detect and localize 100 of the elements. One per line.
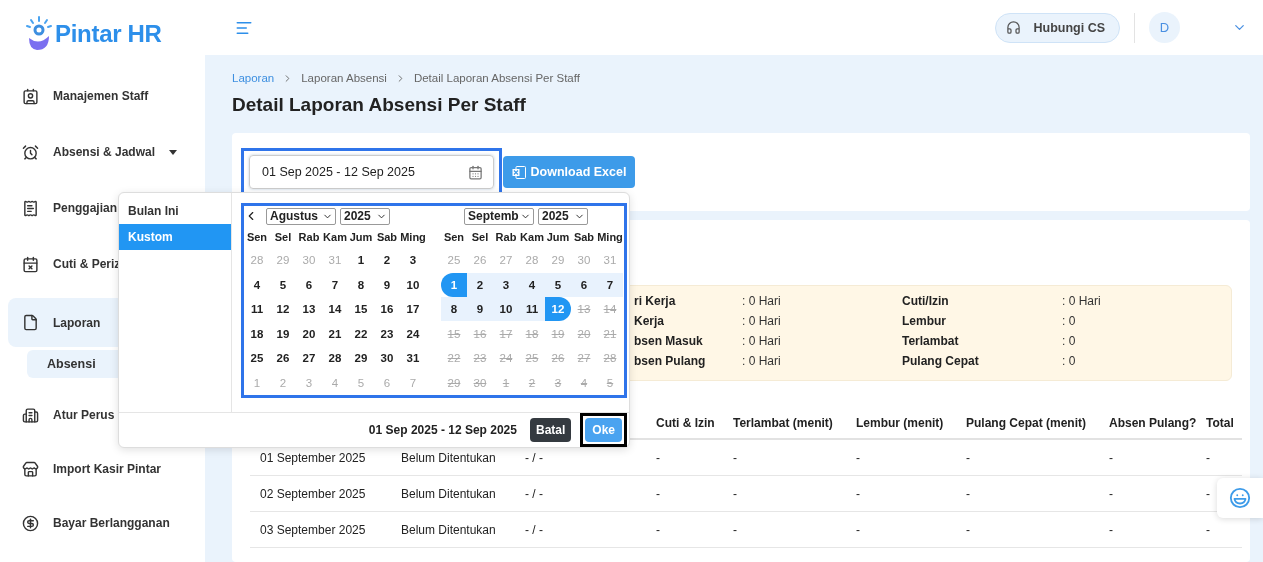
calendar-day[interactable]: 1 [348,248,374,273]
calendar-day[interactable]: 5 [545,272,571,297]
weekday-label: Jum [545,231,571,243]
table-cell-text: - [732,486,738,501]
calendar-day: 4 [571,370,597,395]
table-cell-text: - [1108,486,1114,501]
preset-option[interactable]: Bulan Ini [119,198,231,224]
calendar-icon [22,255,39,273]
calendar-day[interactable]: 10 [400,272,426,297]
breadcrumb-link[interactable]: Laporan Absensi [301,72,387,84]
calendar-day[interactable]: 26 [270,346,296,371]
table-cell-text: - / - [524,450,544,465]
table-cell-text: Belum Ditentukan [400,450,497,465]
calendar-day[interactable]: 16 [374,297,400,322]
table-cell-text: - / - [524,522,544,537]
calendar-day[interactable]: 4 [244,272,270,297]
calendar-day[interactable]: 14 [322,297,348,322]
calendar-day[interactable]: 6 [571,272,597,297]
calendar-day: 28 [597,346,623,371]
month-select[interactable]: Agustus [266,207,336,225]
date-range-field[interactable]: 01 Sep 2025 - 12 Sep 2025 [249,155,494,189]
table-cell-text: - [655,522,661,537]
summary-value: : 0 Hari [1062,294,1102,308]
calendar-day: 15 [441,321,467,346]
calendar-day[interactable]: 17 [400,297,426,322]
summary-value: : 0 [1062,314,1077,328]
feedback-button[interactable] [1217,478,1263,518]
calendar-day[interactable]: 8 [441,297,467,322]
calendar-day[interactable]: 3 [493,272,519,297]
calendar-day[interactable]: 5 [270,272,296,297]
calendar-day[interactable]: 23 [374,321,400,346]
table-cell-text: - [965,450,971,465]
calendar-day[interactable]: 22 [348,321,374,346]
building-icon [22,406,39,424]
year-select[interactable]: 2025 [340,207,390,225]
summary-label: Terlambat [902,334,960,348]
calendar-day: 13 [571,297,597,322]
calendar-day: 22 [441,346,467,371]
table-cell-text: - [1108,450,1114,465]
sidebar-item[interactable]: Import Kasir Pintar [0,442,205,496]
summary-value: : 0 Hari [742,314,782,328]
column-header: Absen Pulang? [1108,416,1196,430]
calendar-day[interactable]: 11 [244,297,270,322]
calendar-day[interactable]: 18 [244,321,270,346]
calendar-day[interactable]: 13 [296,297,322,322]
table-cell-text: - [855,486,861,501]
selected-range-text: 01 Sep 2025 - 12 Sep 2025 [368,423,517,437]
calendar-day[interactable]: 7 [322,272,348,297]
calendar-day[interactable]: 8 [348,272,374,297]
calendar-day[interactable]: 3 [400,248,426,273]
calendar-day[interactable]: 19 [270,321,296,346]
month-select[interactable]: Septemb [464,207,534,225]
summary-label: Pulang Cepat [902,354,980,368]
calendar-day[interactable]: 31 [400,346,426,371]
calendar-day: 21 [597,321,623,346]
calendar-day[interactable]: 2 [467,272,493,297]
sidebar-item[interactable]: Manajemen Staff [0,68,205,124]
calendar-day[interactable]: 9 [467,297,493,322]
weekday-label: Sen [245,231,269,243]
calendar-day[interactable]: 12 [270,297,296,322]
calendar-day: 19 [545,321,571,346]
calendar-day[interactable]: 30 [374,346,400,371]
weekday-label: Ming [400,231,426,243]
cancel-button[interactable]: Batal [529,418,572,442]
calendar-day[interactable]: 9 [374,272,400,297]
calendar-day[interactable]: 20 [296,321,322,346]
calendar-day[interactable]: 25 [244,346,270,371]
calendar-day[interactable]: 6 [296,272,322,297]
weekday-label: Jum [348,231,374,243]
summary-label: Cuti/Izin [902,294,950,308]
table-cell-text: - [1205,486,1211,501]
contact-button[interactable]: Hubungi CS [995,12,1120,43]
summary-label: bsen Masuk [634,334,704,348]
year-select[interactable]: 2025 [538,207,588,225]
caret-icon[interactable] [169,149,178,155]
calendar-day: 16 [467,321,493,346]
calendar-day[interactable]: 21 [322,321,348,346]
calendar-day[interactable]: 29 [348,346,374,371]
calendar-day[interactable]: 27 [296,346,322,371]
id-card-icon [22,87,39,105]
calendar-day[interactable]: 28 [322,346,348,371]
calendar-day[interactable]: 24 [400,321,426,346]
calendar-day[interactable]: 15 [348,297,374,322]
table-cell-text: - [655,450,661,465]
calendar-day[interactable]: 11 [519,297,545,322]
headphones-icon [1006,20,1022,35]
weekday-label: Sel [470,231,490,243]
weekday-label: Ming [597,231,623,243]
breadcrumb-link[interactable]: Detail Laporan Absensi Per Staff [413,72,580,84]
calendar-icon [468,164,483,180]
sidebar-item[interactable]: Bayar Berlangganan [0,496,205,550]
calendar-day[interactable]: 2 [374,248,400,273]
calendar-day: 24 [493,346,519,371]
calendar-day[interactable]: 10 [493,297,519,322]
calendar-day[interactable]: 4 [519,272,545,297]
column-header: Terlambat (menit) [732,416,834,430]
table-cell-text: - [732,450,738,465]
sidebar-item[interactable]: Absensi & Jadwal [0,124,205,180]
calendar-day[interactable]: 7 [597,272,623,297]
sidebar-item[interactable]: Atur Perus [0,388,205,442]
